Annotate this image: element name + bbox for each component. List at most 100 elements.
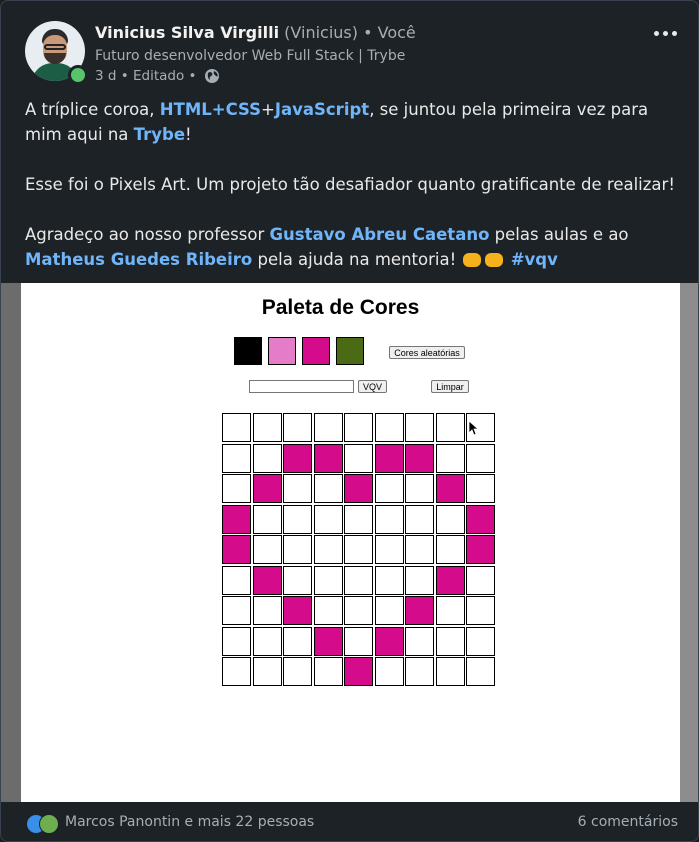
- pixel-cell: [436, 535, 465, 564]
- post-image[interactable]: Paleta de Cores Cores aleatórias VQV Lim…: [1, 283, 698, 802]
- pixel-cell: [344, 657, 373, 686]
- pixel-cell: [283, 566, 312, 595]
- mention-matheus-link[interactable]: Matheus Guedes Ribeiro: [25, 250, 252, 269]
- vqv-button: VQV: [358, 380, 387, 393]
- pixel-cell: [405, 474, 434, 503]
- pixel-cell: [253, 627, 282, 656]
- palette-color-3: [302, 337, 330, 365]
- pixel-cell: [436, 444, 465, 473]
- pixel-cell: [405, 596, 434, 625]
- pixel-cell: [344, 566, 373, 595]
- comments-count-link[interactable]: 6 comentários: [578, 814, 678, 830]
- pixel-cell: [405, 657, 434, 686]
- pixel-cell: [222, 535, 251, 564]
- pixel-cell: [314, 627, 343, 656]
- board-size-input: [249, 380, 354, 393]
- pixel-cell: [222, 444, 251, 473]
- pixel-cell: [222, 413, 251, 442]
- reactions-count-link[interactable]: Marcos Panontin e mais 22 pessoas: [65, 814, 314, 830]
- screenshot-title: Paleta de Cores: [261, 296, 420, 319]
- pixel-cell: [344, 444, 373, 473]
- pixel-cell: [253, 474, 282, 503]
- pixel-cell: [283, 505, 312, 534]
- clear-board-button: Limpar: [431, 380, 469, 393]
- pixel-cell: [314, 505, 343, 534]
- pixel-cell: [436, 505, 465, 534]
- author-avatar[interactable]: [25, 21, 88, 85]
- pixel-cell: [466, 444, 495, 473]
- pixel-cell: [405, 535, 434, 564]
- author-relation: • Você: [363, 23, 416, 42]
- left-facing-fist-icon: [463, 252, 482, 267]
- pixel-cell: [314, 596, 343, 625]
- pixel-cell: [436, 413, 465, 442]
- pixel-cell: [344, 627, 373, 656]
- palette-color-2: [268, 337, 296, 365]
- pixel-cell: [375, 657, 404, 686]
- pixel-cell: [314, 566, 343, 595]
- pixel-cell: [283, 413, 312, 442]
- pixel-cell: [405, 505, 434, 534]
- pixel-cell: [344, 535, 373, 564]
- pixel-cell: [375, 413, 404, 442]
- author-name-line[interactable]: Vinicius Silva Virgilli (Vinicius) • Voc…: [95, 23, 416, 42]
- pixel-cell: [283, 535, 312, 564]
- reactions-icons[interactable]: [26, 813, 60, 834]
- pixel-cell: [283, 596, 312, 625]
- post-time: 3 d • Editado •: [95, 68, 197, 84]
- pixel-cell: [314, 535, 343, 564]
- pixel-cell: [375, 505, 404, 534]
- post-paragraph-2: Esse foi o Pixels Art. Um projeto tão de…: [25, 175, 675, 194]
- random-colors-button: Cores aleatórias: [389, 346, 465, 359]
- author-headline: Futuro desenvolvedor Web Full Stack | Tr…: [95, 48, 406, 64]
- pixels-art-screenshot: Paleta de Cores Cores aleatórias VQV Lim…: [21, 283, 680, 802]
- pixel-cell: [344, 474, 373, 503]
- pixel-cell: [466, 535, 495, 564]
- pixel-cell: [253, 657, 282, 686]
- pixel-cell: [375, 535, 404, 564]
- more-horizontal-icon: [653, 30, 659, 36]
- pixel-cell: [405, 627, 434, 656]
- pixel-cell: [314, 474, 343, 503]
- pixel-cell: [283, 444, 312, 473]
- pixel-cell: [283, 627, 312, 656]
- pixel-cell: [436, 627, 465, 656]
- pixel-cell: [375, 474, 404, 503]
- mention-trybe-link[interactable]: Trybe: [134, 125, 185, 144]
- palette-color-4: [336, 337, 364, 365]
- author-nickname: (Vinicius): [284, 23, 358, 42]
- right-facing-fist-icon: [485, 252, 504, 267]
- palette-color-1: [234, 337, 262, 365]
- pixel-cell: [283, 657, 312, 686]
- pixel-cell: [466, 505, 495, 534]
- globe-icon: [204, 69, 219, 83]
- mention-gustavo-link[interactable]: Gustavo Abreu Caetano: [270, 225, 490, 244]
- pixel-cell: [466, 474, 495, 503]
- pixel-cell: [344, 505, 373, 534]
- pixel-cell: [466, 627, 495, 656]
- online-status-dot: [68, 65, 88, 85]
- author-name[interactable]: Vinicius Silva Virgilli: [95, 23, 279, 42]
- hashtag-vqv-link[interactable]: #vqv: [511, 250, 558, 269]
- pixel-cell: [253, 535, 282, 564]
- pixel-cell: [222, 657, 251, 686]
- pixel-cell: [405, 566, 434, 595]
- pixel-cell: [375, 566, 404, 595]
- pixel-cell: [436, 596, 465, 625]
- pixel-cell: [466, 566, 495, 595]
- pixel-cell: [466, 596, 495, 625]
- pixel-cell: [436, 474, 465, 503]
- pixel-cell: [344, 413, 373, 442]
- celebrate-icon: [39, 814, 59, 834]
- pixel-cell: [222, 596, 251, 625]
- post-paragraph-3: Agradeço ao nosso professor Gustavo Abre…: [25, 225, 629, 269]
- pixel-cell: [253, 444, 282, 473]
- post-text: A tríplice coroa, HTML+CSS+JavaScript, s…: [25, 97, 685, 272]
- hashtag-javascript-link[interactable]: JavaScript: [275, 100, 369, 119]
- mouse-cursor-icon: [468, 420, 478, 436]
- pixel-cell: [405, 444, 434, 473]
- pixel-cell: [222, 505, 251, 534]
- hashtag-html-css-link[interactable]: HTML+CSS: [160, 100, 261, 119]
- pixel-cell: [314, 657, 343, 686]
- more-options-button[interactable]: [643, 19, 687, 47]
